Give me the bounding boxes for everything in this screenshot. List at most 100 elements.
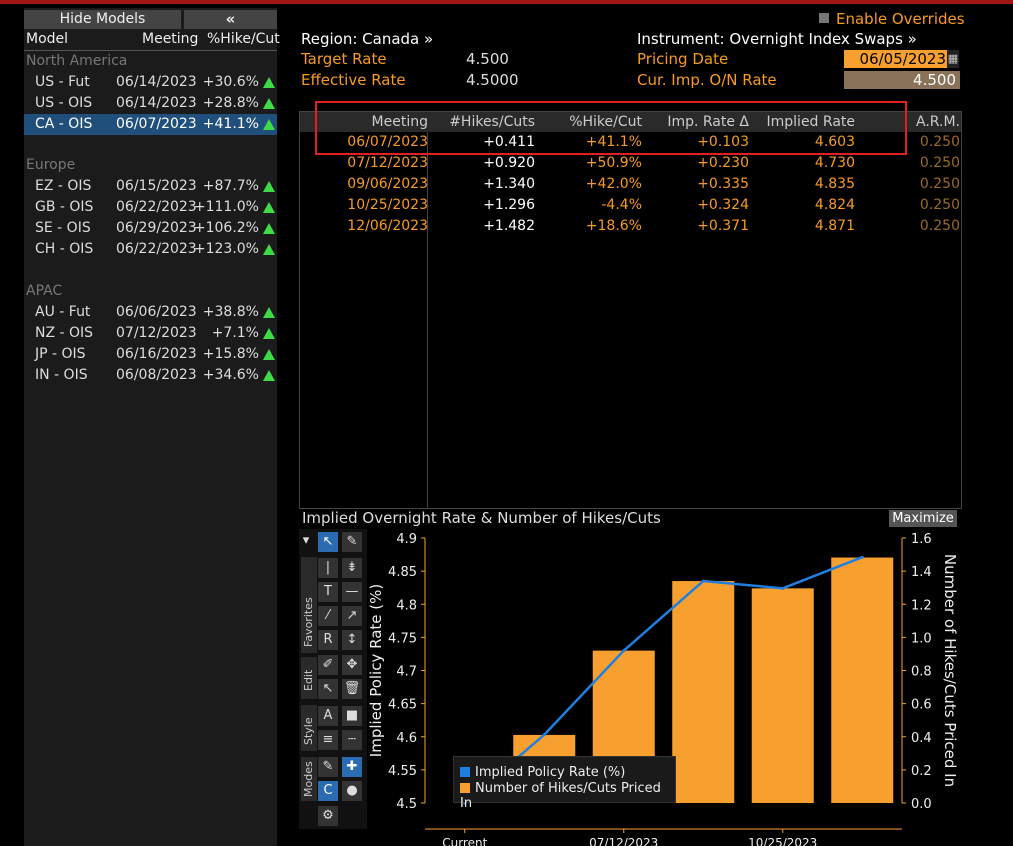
model-row[interactable]: NZ - OIS 07/12/2023 +7.1% <box>24 323 277 344</box>
cur-imp-rate-input[interactable]: 4.500 <box>844 71 960 89</box>
color-palette-icon[interactable]: ● <box>342 781 362 801</box>
right-tick-label: 1.2 <box>911 598 932 613</box>
cell-arm: 0.250 <box>919 134 960 150</box>
model-hike-cut: +106.2% <box>193 220 259 236</box>
enable-overrides-label[interactable]: Enable Overrides <box>836 9 965 29</box>
vertical-line-icon[interactable]: | <box>318 558 338 578</box>
model-row[interactable]: AU - Fut 06/06/2023 +38.8% <box>24 302 277 323</box>
column-header-meeting[interactable]: Meeting <box>142 30 198 49</box>
table-row[interactable]: 07/12/2023 +0.920 +50.9% +0.230 4.730 0.250 <box>300 153 961 174</box>
model-row[interactable]: SE - OIS 06/29/2023 +106.2% <box>24 218 277 239</box>
model-row[interactable]: US - OIS 06/14/2023 +28.8% <box>24 93 277 114</box>
region-selector[interactable]: Region: Canada » <box>301 29 433 49</box>
collapse-panel-button[interactable]: « <box>184 10 277 29</box>
pencil-mode-icon[interactable]: ✎ <box>318 757 338 777</box>
instrument-selector[interactable]: Instrument: Overnight Index Swaps » <box>637 29 917 49</box>
ray-icon[interactable]: ↗ <box>342 606 362 626</box>
legend-item-rate[interactable]: Implied Policy Rate (%) <box>460 765 625 780</box>
group-header: North America <box>26 53 128 69</box>
legend-item-hikes[interactable]: Number of Hikes/Cuts Priced In <box>460 781 675 811</box>
model-name: EZ - OIS <box>35 178 92 194</box>
edit-pen-icon[interactable]: ✐ <box>318 655 338 675</box>
tab-favorites[interactable]: Favorites <box>301 557 317 653</box>
hide-models-button[interactable]: Hide Models <box>24 10 181 29</box>
calendar-icon[interactable]: ▦ <box>947 50 959 68</box>
left-tick-label: 4.85 <box>388 565 417 580</box>
cell-imp-rate-delta: +0.324 <box>697 197 749 213</box>
model-name: GB - OIS <box>35 199 94 215</box>
effective-rate-value: 4.5000 <box>466 71 519 89</box>
left-tick-label: 4.8 <box>396 598 417 613</box>
enable-overrides-checkbox[interactable] <box>819 13 829 23</box>
table-row[interactable]: 12/06/2023 +1.482 +18.6% +0.371 4.871 0.250 <box>300 216 961 237</box>
line-style-icon[interactable]: ┄ <box>342 730 362 750</box>
table-row[interactable]: 09/06/2023 +1.340 +42.0% +0.335 4.835 0.250 <box>300 174 961 195</box>
model-hike-cut: +38.8% <box>202 304 259 320</box>
model-row[interactable]: CH - OIS 06/22/2023 +123.0% <box>24 239 277 260</box>
x-tick-label: Current <box>442 836 487 846</box>
font-style-icon[interactable]: A <box>318 706 338 726</box>
trash-icon[interactable]: 🗑 <box>342 679 362 699</box>
left-tick-label: 4.6 <box>396 731 417 746</box>
model-hike-cut: +111.0% <box>193 199 259 215</box>
left-tick-label: 4.9 <box>396 532 417 547</box>
model-row[interactable]: IN - OIS 06/08/2023 +34.6% <box>24 365 277 386</box>
magnet-icon[interactable]: C <box>318 781 338 801</box>
left-tick-label: 4.65 <box>388 698 417 713</box>
line-width-icon[interactable]: ≡ <box>318 730 338 750</box>
model-name: AU - Fut <box>35 304 91 320</box>
bar-hikes-cuts[interactable] <box>831 557 894 803</box>
model-name: US - Fut <box>35 74 90 90</box>
cell-hikes-cuts: +0.920 <box>483 155 535 171</box>
model-name: US - OIS <box>35 95 93 111</box>
point-implied-rate <box>781 586 785 590</box>
select-plus-icon[interactable]: ↖ <box>318 679 338 699</box>
up-arrow-icon <box>263 202 275 213</box>
cell-imp-rate-delta: +0.335 <box>697 176 749 192</box>
settings-gear-icon[interactable]: ⚙ <box>318 806 338 826</box>
horizontal-line-icon[interactable]: — <box>342 582 362 602</box>
pricing-date-input[interactable]: 06/05/2023 <box>844 50 948 68</box>
table-row[interactable]: 10/25/2023 +1.296 -4.4% +0.324 4.824 0.250 <box>300 195 961 216</box>
pointer-tool-icon[interactable]: ↖ <box>318 532 338 552</box>
tab-edit[interactable]: Edit <box>301 657 317 699</box>
th-arm[interactable]: A.R.M. <box>916 112 960 132</box>
cell-implied-rate: 4.824 <box>814 197 855 213</box>
fibonacci-icon[interactable]: ⇟ <box>342 558 362 578</box>
chart-title: Implied Overnight Rate & Number of Hikes… <box>302 509 661 527</box>
cell-hike-cut-pct: -4.4% <box>601 197 642 213</box>
trendline-icon[interactable]: ⁄ <box>318 606 338 626</box>
measure-icon[interactable]: ↕ <box>342 630 362 650</box>
model-hike-cut: +28.8% <box>202 95 259 111</box>
point-implied-rate <box>622 649 626 653</box>
cell-arm: 0.250 <box>919 218 960 234</box>
model-row[interactable]: EZ - OIS 06/15/2023 +87.7% <box>24 176 277 197</box>
pen-tool-icon[interactable]: ✎ <box>342 532 362 552</box>
right-tick-label: 0.4 <box>911 731 932 746</box>
crosshair-mode-icon[interactable]: ✚ <box>342 757 362 777</box>
model-row[interactable]: GB - OIS 06/22/2023 +111.0% <box>24 197 277 218</box>
right-tick-label: 0.0 <box>911 797 932 812</box>
cell-meeting: 12/06/2023 <box>347 218 428 234</box>
effective-rate-label: Effective Rate <box>301 71 406 89</box>
maximize-button[interactable]: Maximize <box>889 510 957 527</box>
group-header: APAC <box>26 283 63 299</box>
model-hike-cut: +123.0% <box>193 241 259 257</box>
bar-hikes-cuts[interactable] <box>672 581 735 803</box>
model-row[interactable]: JP - OIS 06/16/2023 +15.8% <box>24 344 277 365</box>
column-header-hike-cut[interactable]: %Hike/Cut <box>207 30 280 49</box>
bar-hikes-cuts[interactable] <box>751 588 814 803</box>
model-row[interactable]: CA - OIS 06/07/2023 +41.1% <box>24 114 277 135</box>
fill-color-icon[interactable]: ■ <box>342 706 362 726</box>
tab-modes[interactable]: Modes <box>301 757 317 801</box>
tab-style[interactable]: Style <box>301 705 317 751</box>
move-icon[interactable]: ✥ <box>342 655 362 675</box>
highlight-annotation-box <box>315 101 907 155</box>
text-tool-icon[interactable]: T <box>318 582 338 602</box>
column-header-model[interactable]: Model <box>26 30 68 49</box>
model-row[interactable]: US - Fut 06/14/2023 +30.6% <box>24 72 277 93</box>
r-tool-icon[interactable]: R <box>318 630 338 650</box>
x-tick-label: 07/12/2023 <box>589 836 658 846</box>
dropdown-arrow-icon[interactable]: ▾ <box>299 531 313 551</box>
left-tick-label: 4.75 <box>388 631 417 646</box>
